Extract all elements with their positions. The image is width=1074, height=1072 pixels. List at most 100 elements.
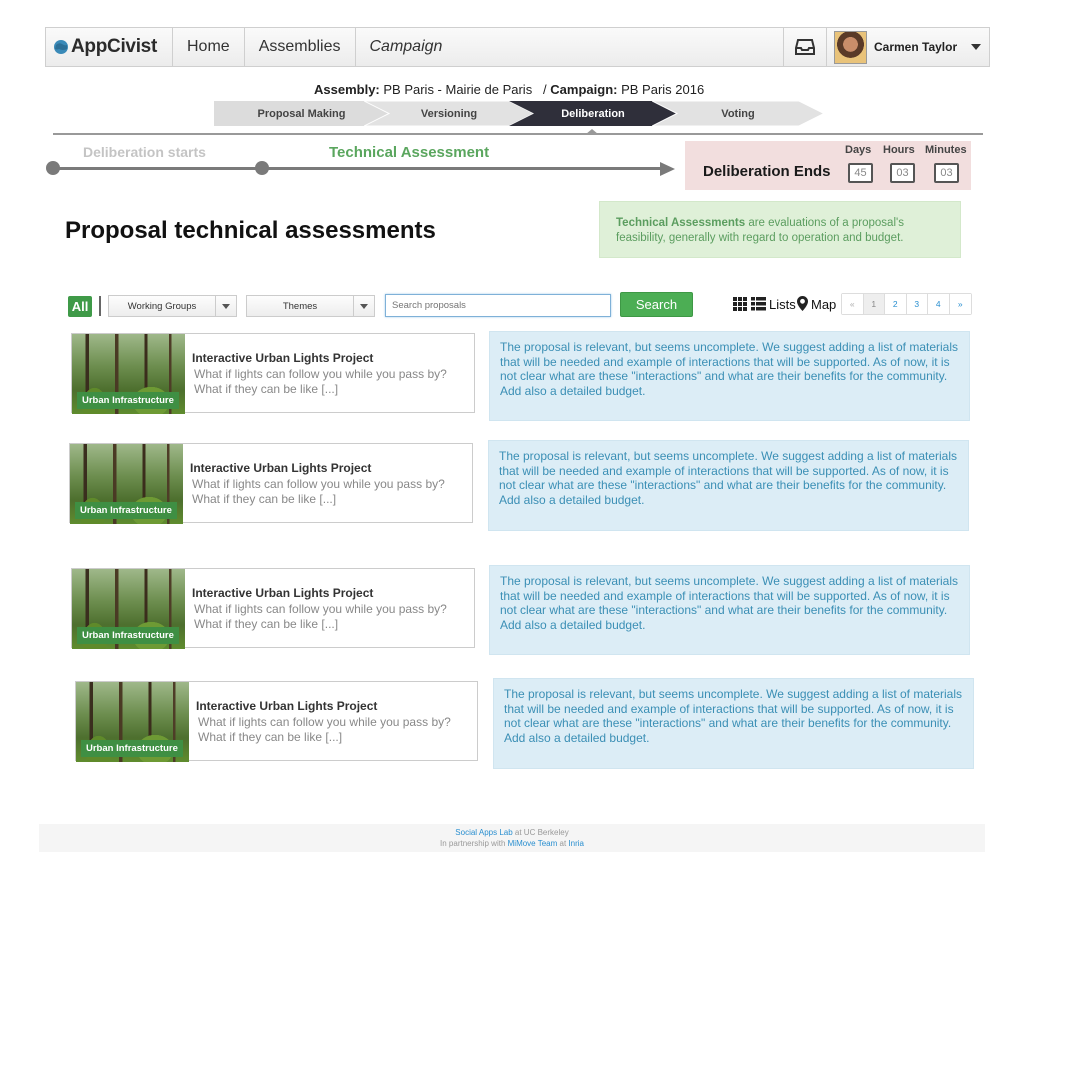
- stage-label: Deliberation: [561, 107, 625, 120]
- map-pin-icon[interactable]: [797, 296, 808, 311]
- stage-voting[interactable]: Voting: [652, 101, 824, 126]
- breadcrumb: Assembly: PB Paris - Mairie de Paris / C…: [314, 82, 704, 97]
- proposal-image: Urban Infrastructure: [76, 682, 189, 762]
- timeline-start-label: Deliberation starts: [83, 144, 206, 160]
- assessment-text: The proposal is relevant, but seems unco…: [488, 440, 969, 531]
- stage-stepper: Proposal Making Versioning Deliberation …: [214, 101, 824, 126]
- proposal-description: What if lights can follow you while you …: [192, 477, 445, 506]
- chevron-down-icon: [215, 296, 236, 316]
- category-badge: Urban Infrastructure: [77, 627, 179, 644]
- page-prev-button[interactable]: «: [842, 294, 864, 314]
- stage-label: Proposal Making: [257, 107, 346, 120]
- proposal-title[interactable]: Interactive Urban Lights Project: [192, 351, 373, 365]
- proposal-card[interactable]: Urban Infrastructure Interactive Urban L…: [71, 333, 475, 414]
- nav-assemblies[interactable]: Assemblies: [245, 28, 356, 66]
- proposal-image: Urban Infrastructure: [72, 569, 185, 649]
- category-badge: Urban Infrastructure: [81, 740, 183, 757]
- assessment-text: The proposal is relevant, but seems unco…: [493, 678, 974, 769]
- search-button[interactable]: Search: [620, 292, 693, 317]
- grid-view-icon[interactable]: [733, 297, 747, 311]
- minutes-value: 03: [934, 163, 959, 183]
- page-footer: Social Apps Lab at UC Berkeley In partne…: [39, 824, 985, 852]
- category-badge: Urban Infrastructure: [75, 502, 177, 519]
- footer-text: In partnership with: [440, 839, 508, 848]
- top-navbar: AppCivist Home Assemblies Campaign Carme…: [45, 27, 990, 67]
- category-badge: Urban Infrastructure: [77, 392, 179, 409]
- chevron-down-icon: [971, 44, 982, 50]
- current-stage-pointer: [586, 129, 598, 134]
- proposal-description: What if lights can follow you while you …: [198, 715, 451, 744]
- list-view-icon[interactable]: [751, 297, 766, 311]
- hours-value: 03: [890, 163, 915, 183]
- stage-label: Voting: [721, 107, 755, 120]
- avatar: [834, 30, 867, 64]
- nav-campaign[interactable]: Campaign: [356, 28, 784, 66]
- nav-home[interactable]: Home: [173, 28, 245, 66]
- stage-proposal-making[interactable]: Proposal Making: [214, 101, 389, 126]
- user-menu[interactable]: Carmen Taylor: [827, 28, 989, 66]
- inria-link[interactable]: Inria: [568, 839, 584, 848]
- page-2-button[interactable]: 2: [885, 294, 907, 314]
- pagination: « 1 2 3 4 »: [841, 293, 972, 315]
- map-view-label[interactable]: Map: [811, 297, 836, 312]
- proposal-card[interactable]: Urban Infrastructure Interactive Urban L…: [75, 681, 478, 762]
- lists-view-label[interactable]: Lists: [769, 297, 796, 312]
- working-groups-dropdown[interactable]: Working Groups: [108, 295, 237, 317]
- page-next-button[interactable]: »: [949, 294, 971, 314]
- assessment-text: The proposal is relevant, but seems unco…: [489, 565, 970, 655]
- page-1-button[interactable]: 1: [863, 294, 885, 314]
- stage-divider: [53, 133, 983, 135]
- timeline-current-dot[interactable]: [255, 161, 269, 175]
- filter-divider: [99, 296, 101, 316]
- campaign-label: Campaign:: [550, 82, 618, 97]
- logo-text: AppCivist: [71, 36, 157, 57]
- stage-label: Versioning: [420, 107, 478, 120]
- mimove-team-link[interactable]: MiMove Team: [508, 839, 558, 848]
- deadline-label: Deliberation Ends: [703, 163, 831, 180]
- footer-text: at UC Berkeley: [512, 828, 569, 837]
- user-name: Carmen Taylor: [874, 40, 958, 54]
- minutes-label: Minutes: [925, 144, 967, 156]
- globe-icon: [54, 40, 68, 54]
- timeline-arrow: [660, 162, 675, 176]
- page-3-button[interactable]: 3: [906, 294, 928, 314]
- info-term: Technical Assessments: [616, 217, 746, 229]
- proposal-description: What if lights can follow you while you …: [194, 602, 447, 631]
- filter-all-button[interactable]: All: [68, 296, 92, 317]
- working-groups-label: Working Groups: [127, 300, 197, 312]
- assembly-label: Assembly:: [314, 82, 380, 97]
- proposal-title[interactable]: Interactive Urban Lights Project: [190, 461, 371, 475]
- appcivist-logo[interactable]: AppCivist: [46, 28, 173, 66]
- days-label: Days: [845, 144, 872, 156]
- social-apps-lab-link[interactable]: Social Apps Lab: [455, 828, 512, 837]
- footer-text: at: [557, 839, 569, 848]
- hours-label: Hours: [883, 144, 915, 156]
- inbox-button[interactable]: [784, 28, 827, 66]
- themes-label: Themes: [282, 300, 318, 312]
- proposal-card[interactable]: Urban Infrastructure Interactive Urban L…: [71, 568, 475, 649]
- inbox-icon: [795, 39, 815, 55]
- timeline-line: [53, 167, 665, 170]
- proposal-image: Urban Infrastructure: [70, 444, 183, 524]
- proposal-title[interactable]: Interactive Urban Lights Project: [192, 586, 373, 600]
- assessment-text: The proposal is relevant, but seems unco…: [489, 331, 970, 421]
- breadcrumb-separator: /: [543, 82, 547, 97]
- assembly-name[interactable]: PB Paris - Mairie de Paris: [383, 82, 532, 97]
- page-title: Proposal technical assessments: [65, 217, 436, 244]
- themes-dropdown[interactable]: Themes: [246, 295, 375, 317]
- page-4-button[interactable]: 4: [928, 294, 950, 314]
- proposal-image: Urban Infrastructure: [72, 334, 185, 414]
- footer-line-2: In partnership with MiMove Team at Inria: [39, 838, 985, 849]
- chevron-down-icon: [353, 296, 374, 316]
- deadline-box: Deliberation Ends Days Hours Minutes 45 …: [685, 141, 971, 190]
- search-input[interactable]: [385, 294, 611, 317]
- proposal-card[interactable]: Urban Infrastructure Interactive Urban L…: [69, 443, 473, 524]
- timeline-start-dot[interactable]: [46, 161, 60, 175]
- proposal-title[interactable]: Interactive Urban Lights Project: [196, 699, 377, 713]
- info-callout: Technical Assessments are evaluations of…: [599, 201, 961, 258]
- campaign-name[interactable]: PB Paris 2016: [621, 82, 704, 97]
- timeline-current-label: Technical Assessment: [329, 144, 490, 161]
- footer-line-1: Social Apps Lab at UC Berkeley: [39, 827, 985, 838]
- proposal-description: What if lights can follow you while you …: [194, 367, 447, 396]
- days-value: 45: [848, 163, 873, 183]
